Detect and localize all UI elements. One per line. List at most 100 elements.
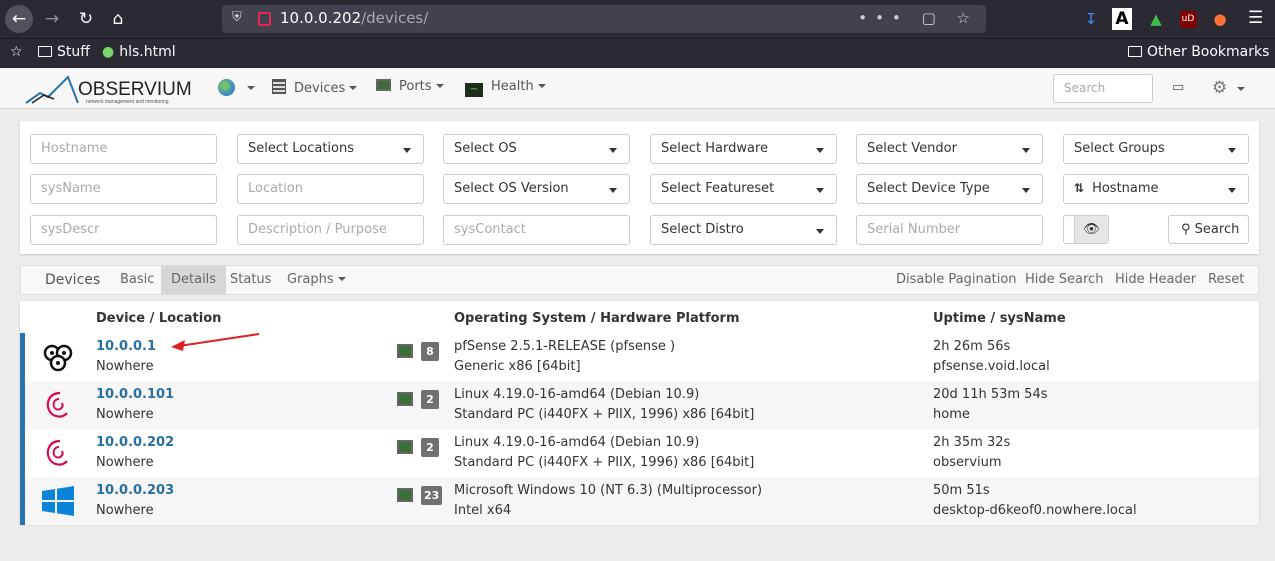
device-location: Nowhere bbox=[96, 359, 154, 374]
device-uptime: 20d 11h 53m 54s bbox=[933, 387, 1048, 402]
reset-link[interactable]: Reset bbox=[1208, 266, 1244, 294]
device-sysname: home bbox=[933, 407, 970, 422]
tab-status[interactable]: Status bbox=[230, 266, 271, 294]
dropdown-caret-icon bbox=[403, 148, 411, 153]
shield-icon[interactable]: ⛨ bbox=[232, 10, 242, 25]
observium-logo[interactable]: OBSERVIUM network management and monitor… bbox=[24, 73, 196, 105]
magnifier-icon: ⚲ bbox=[1181, 222, 1191, 237]
device-hostname-link[interactable]: 10.0.0.202 bbox=[96, 435, 174, 450]
device-os: pfSense 2.5.1-RELEASE (pfsense ) bbox=[454, 339, 676, 354]
ports-monitor-icon[interactable] bbox=[397, 392, 413, 406]
device-sysname: pfsense.void.local bbox=[933, 359, 1050, 374]
toggle-visibility[interactable]: 👁 bbox=[1063, 215, 1109, 244]
sort-select[interactable]: ⇅ Hostname bbox=[1063, 174, 1249, 204]
disable-pagination-link[interactable]: Disable Pagination bbox=[896, 266, 1017, 294]
tab-details[interactable]: Details bbox=[161, 266, 227, 294]
dropdown-caret-icon bbox=[609, 148, 617, 153]
url-bar[interactable]: ⛨ 10.0.0.202/devices/ ••• ▢ ☆ bbox=[222, 5, 986, 33]
device-hostname-link[interactable]: 10.0.0.101 bbox=[96, 387, 174, 402]
hostname-input[interactable]: Hostname bbox=[30, 134, 217, 164]
page-actions[interactable]: ••• ▢ ☆ bbox=[858, 9, 978, 27]
featureset-select[interactable]: Select Featureset bbox=[650, 174, 837, 204]
server-icon bbox=[272, 79, 286, 94]
logo-subtitle: network management and monitoring bbox=[86, 99, 169, 105]
nav-ports[interactable]: Ports bbox=[376, 79, 444, 94]
download-icon[interactable]: ↧ bbox=[1080, 8, 1102, 30]
purpose-input[interactable]: Description / Purpose bbox=[237, 215, 424, 245]
app-navbar: OBSERVIUM network management and monitor… bbox=[0, 69, 1275, 109]
insecure-lock-icon[interactable] bbox=[258, 12, 271, 26]
dropdown-caret-icon bbox=[1228, 188, 1236, 193]
device-hostname-link[interactable]: 10.0.0.203 bbox=[96, 483, 174, 498]
ports-monitor-icon[interactable] bbox=[397, 488, 413, 502]
back-arrow-icon[interactable]: ← bbox=[5, 5, 33, 33]
laptop-icon[interactable]: ▭ bbox=[1172, 80, 1184, 95]
chevron-down-icon bbox=[435, 84, 444, 88]
sysdescr-input[interactable]: sysDescr bbox=[30, 215, 217, 245]
device-hardware: Standard PC (i440FX + PIIX, 1996) x86 [6… bbox=[454, 455, 755, 470]
hamburger-menu-icon[interactable]: ☰ bbox=[1248, 8, 1263, 28]
device-uptime: 2h 26m 56s bbox=[933, 339, 1011, 354]
firefox-extension-icon[interactable]: ● bbox=[1209, 8, 1231, 30]
ublock-icon[interactable]: uD bbox=[1177, 8, 1199, 30]
os-select[interactable]: Select OS bbox=[443, 134, 630, 164]
monitor-icon bbox=[376, 79, 391, 91]
device-hardware: Generic x86 [64bit] bbox=[454, 359, 581, 374]
hide-header-link[interactable]: Hide Header bbox=[1115, 266, 1196, 294]
tab-basic[interactable]: Basic bbox=[120, 266, 154, 294]
bookmark-other[interactable]: Other Bookmarks bbox=[1128, 44, 1269, 60]
bookmark-star-icon[interactable]: ☆ bbox=[10, 44, 23, 60]
hardware-select[interactable]: Select Hardware bbox=[650, 134, 837, 164]
chevron-down-icon bbox=[337, 277, 346, 281]
extension-cat-icon[interactable]: ▲ bbox=[1145, 8, 1167, 30]
annotation-arrow-icon bbox=[171, 333, 260, 351]
chevron-down-icon bbox=[349, 86, 358, 90]
gear-icon[interactable]: ⚙ bbox=[1212, 78, 1246, 98]
device-os: Linux 4.19.0-16-amd64 (Debian 10.9) bbox=[454, 435, 700, 450]
extension-a-icon[interactable]: A bbox=[1112, 8, 1132, 30]
bookmark-hls[interactable]: ● hls.html bbox=[102, 44, 176, 60]
device-location: Nowhere bbox=[96, 455, 154, 470]
dropdown-caret-icon bbox=[816, 148, 824, 153]
globe-icon[interactable] bbox=[218, 79, 235, 96]
eye-icon[interactable]: 👁 bbox=[1074, 216, 1108, 243]
global-search-input[interactable]: Search bbox=[1053, 74, 1153, 103]
device-hostname-link[interactable]: 10.0.0.1 bbox=[96, 339, 156, 354]
logo-mountain-icon bbox=[25, 75, 79, 104]
os-version-select[interactable]: Select OS Version bbox=[443, 174, 630, 204]
port-count-badge: 23 bbox=[421, 486, 443, 505]
logo-text: OBSERVIUM bbox=[78, 79, 192, 100]
frog-icon: ● bbox=[102, 44, 115, 60]
table-row[interactable]: 10.0.0.203 Nowhere 23 Microsoft Windows … bbox=[20, 477, 1259, 525]
ports-monitor-icon[interactable] bbox=[397, 344, 413, 358]
forward-arrow-icon[interactable]: → bbox=[38, 5, 66, 33]
device-hardware: Standard PC (i440FX + PIIX, 1996) x86 [6… bbox=[454, 407, 755, 422]
syscontact-input[interactable]: sysContact bbox=[443, 215, 630, 245]
table-row[interactable]: 10.0.0.101 Nowhere 2 Linux 4.19.0-16-amd… bbox=[20, 381, 1259, 429]
location-input[interactable]: Location bbox=[237, 174, 424, 204]
tab-graphs[interactable]: Graphs bbox=[287, 266, 346, 294]
device-location: Nowhere bbox=[96, 503, 154, 518]
table-row[interactable]: 10.0.0.202 Nowhere 2 Linux 4.19.0-16-amd… bbox=[20, 429, 1259, 477]
search-button[interactable]: ⚲ Search bbox=[1168, 215, 1249, 244]
chevron-down-icon[interactable] bbox=[247, 86, 255, 90]
reload-icon[interactable]: ↻ bbox=[72, 5, 100, 33]
ports-monitor-icon[interactable] bbox=[397, 440, 413, 454]
serial-input[interactable]: Serial Number bbox=[856, 215, 1043, 245]
pfsense-icon bbox=[43, 344, 73, 372]
device-type-select[interactable]: Select Device Type bbox=[856, 174, 1043, 204]
nav-health[interactable]: ~ Health bbox=[465, 79, 546, 97]
sysname-input[interactable]: sysName bbox=[30, 174, 217, 204]
bookmark-stuff[interactable]: Stuff bbox=[38, 44, 90, 60]
dropdown-caret-icon bbox=[609, 188, 617, 193]
folder-icon bbox=[1128, 46, 1142, 57]
groups-select[interactable]: Select Groups bbox=[1063, 134, 1249, 164]
heartbeat-icon: ~ bbox=[465, 83, 483, 97]
dropdown-caret-icon bbox=[816, 188, 824, 193]
home-icon[interactable]: ⌂ bbox=[104, 5, 132, 33]
distro-select[interactable]: Select Distro bbox=[650, 215, 837, 245]
locations-select[interactable]: Select Locations bbox=[237, 134, 424, 164]
hide-search-link[interactable]: Hide Search bbox=[1025, 266, 1103, 294]
vendor-select[interactable]: Select Vendor bbox=[856, 134, 1043, 164]
nav-devices[interactable]: Devices bbox=[272, 79, 358, 96]
